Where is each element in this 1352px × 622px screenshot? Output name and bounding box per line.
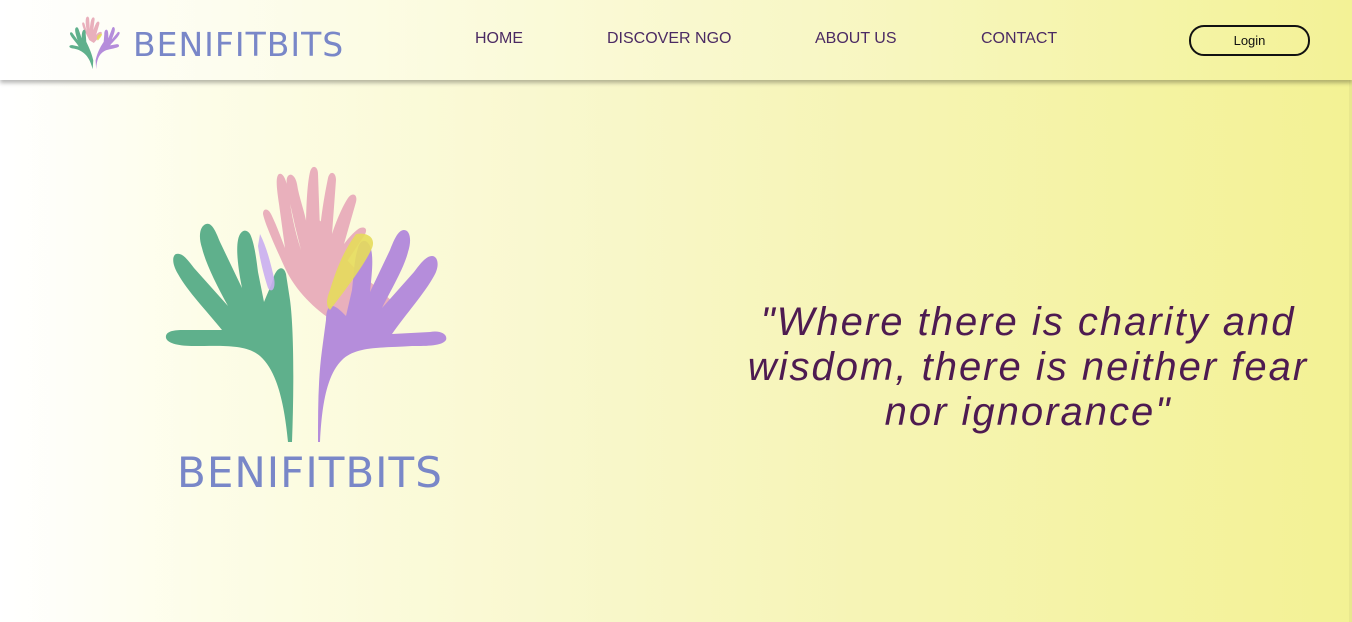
nav-contact[interactable]: CONTACT — [981, 31, 1057, 47]
hero-quote: "Where there is charity and wisdom, ther… — [747, 300, 1309, 434]
helping-hands-icon — [69, 16, 120, 70]
brand-link[interactable]: BENIFITBITS — [66, 14, 356, 72]
nav-about-us[interactable]: ABOUT US — [815, 31, 897, 47]
hero-brand-name: BENIFITBITS — [177, 448, 443, 497]
nav-discover-ngo[interactable]: DISCOVER NGO — [607, 31, 731, 47]
top-navbar: BENIFITBITS HOME DISCOVER NGO ABOUT US C… — [0, 0, 1352, 80]
login-button[interactable]: Login — [1189, 25, 1310, 56]
helping-hands-hero-icon — [165, 166, 447, 442]
brand-name: BENIFITBITS — [133, 25, 345, 64]
nav-home[interactable]: HOME — [475, 31, 523, 47]
